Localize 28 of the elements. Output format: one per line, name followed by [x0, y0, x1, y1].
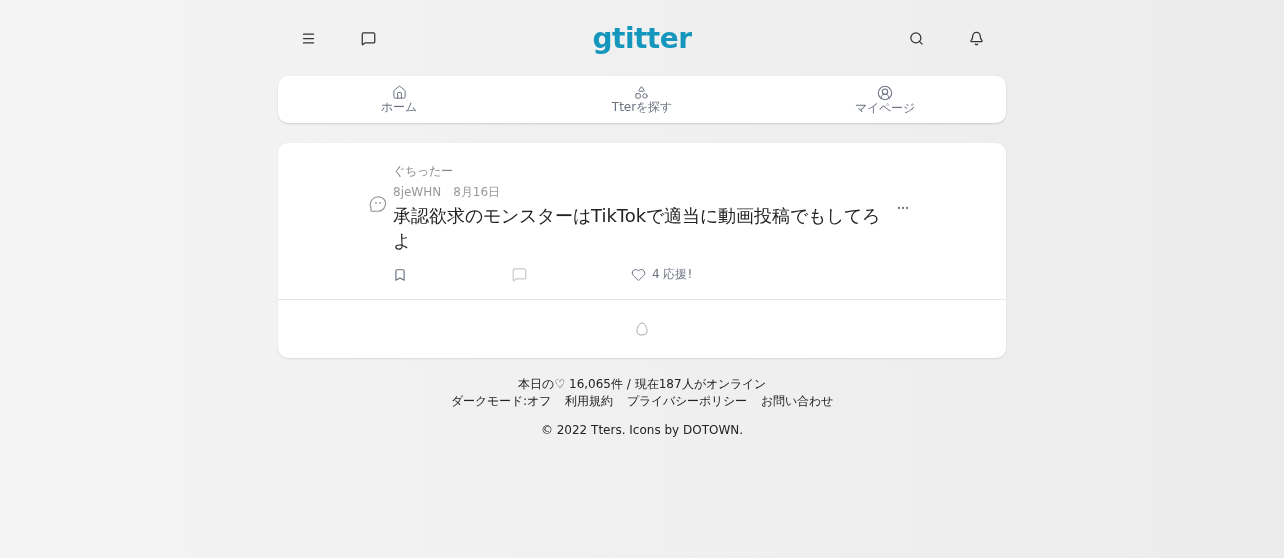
stats-text: 本日の♡ 16,065件 / 現在187人がオンライン — [517, 376, 767, 393]
post-date: 8月16日 — [453, 184, 501, 201]
footer-link[interactable]: ダークモード:オフ — [450, 393, 551, 410]
nav-tab[interactable]: ホーム — [278, 76, 521, 123]
nav-tab[interactable]: マイページ — [763, 76, 1006, 123]
menu-icon — [300, 30, 316, 46]
author-name: ぐちったー — [393, 163, 454, 180]
egg-icon — [636, 322, 648, 336]
post-text: 承認欲求のモンスターはTikTokで適当に動画投稿でもしてろよ — [393, 204, 882, 253]
avatar-icon — [368, 194, 388, 214]
bookmark-button[interactable] — [393, 267, 407, 282]
chat-icon — [360, 30, 376, 46]
comment-icon — [512, 267, 527, 282]
bell-icon — [968, 30, 984, 46]
home-icon — [391, 85, 407, 100]
shapes-icon — [634, 85, 650, 100]
footer-link[interactable]: 利用規約 — [565, 393, 613, 410]
cheer-button[interactable]: 4 応援! — [631, 266, 693, 283]
search-icon — [908, 30, 924, 46]
nav-tab[interactable]: Tterを探す — [520, 76, 764, 123]
user-id: 8jeWHN — [393, 184, 442, 201]
heart-icon — [631, 267, 646, 282]
user-icon — [876, 84, 893, 101]
bookmark-icon — [393, 267, 407, 282]
footer-link[interactable]: プライバシーポリシー — [627, 393, 747, 410]
copyright-text: © 2022 Tters. Icons by DOTOWN. — [539, 422, 745, 439]
logo: gtitter — [591, 21, 693, 55]
footer-link[interactable]: お問い合わせ — [761, 393, 833, 410]
